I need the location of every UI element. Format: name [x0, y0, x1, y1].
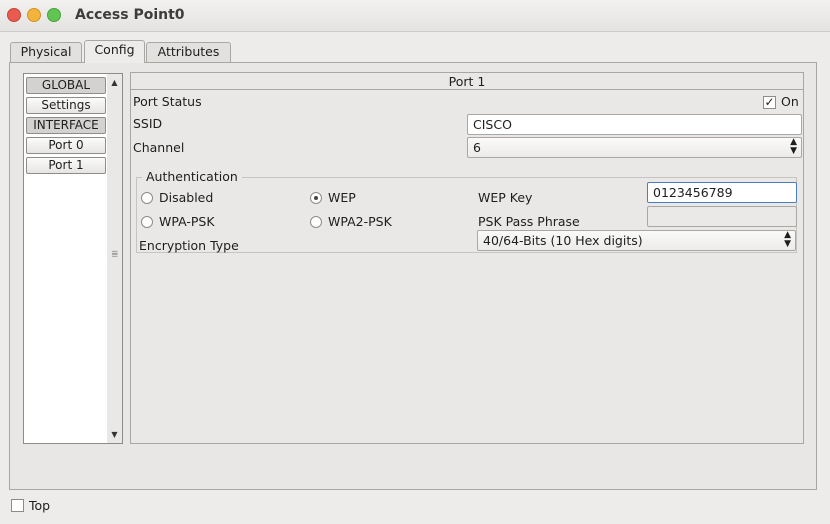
auth-wpa2-psk-label: WPA2-PSK	[328, 214, 392, 229]
config-nav: GLOBAL Settings INTERFACE Port 0 Port 1 …	[23, 73, 123, 444]
port-status-checkbox[interactable]: ✓	[763, 96, 776, 109]
auth-wpa2-psk-radio[interactable]	[310, 216, 322, 228]
select-arrows-icon: ▲ ▼	[784, 230, 791, 249]
top-label: Top	[29, 498, 51, 513]
nav-header-global: GLOBAL	[26, 77, 106, 94]
ssid-label: SSID	[133, 116, 163, 131]
scroll-up-arrow-icon[interactable]: ▲	[108, 76, 121, 89]
ssid-input[interactable]: CISCO	[467, 114, 802, 135]
port-title: Port 1	[131, 73, 803, 90]
encryption-type-label: Encryption Type	[139, 238, 239, 253]
psk-pass-phrase-label: PSK Pass Phrase	[478, 214, 580, 229]
auth-disabled-label: Disabled	[159, 190, 214, 205]
port-status-label: Port Status	[133, 94, 202, 109]
auth-wpa-psk-label: WPA-PSK	[159, 214, 215, 229]
auth-wep-radio[interactable]	[310, 192, 322, 204]
auth-wep-label: WEP	[328, 190, 356, 205]
maximize-window-button[interactable]	[47, 8, 61, 22]
checkmark-icon: ✓	[764, 95, 775, 109]
top-checkbox[interactable]	[11, 499, 24, 512]
scroll-down-arrow-icon[interactable]: ▼	[108, 428, 121, 441]
nav-item-port-0[interactable]: Port 0	[26, 137, 106, 154]
encryption-type-select[interactable]: 40/64-Bits (10 Hex digits) ▲ ▼	[477, 230, 796, 251]
tab-attributes[interactable]: Attributes	[146, 42, 231, 62]
close-window-button[interactable]	[7, 8, 21, 22]
title-bar: Access Point0	[0, 0, 830, 32]
scroll-grip-icon[interactable]: = =	[111, 249, 119, 261]
window-title: Access Point0	[75, 7, 185, 23]
nav-header-interface: INTERFACE	[26, 117, 106, 134]
tab-config[interactable]: Config	[84, 40, 145, 63]
channel-select[interactable]: 6 ▲ ▼	[467, 137, 802, 158]
port-config-area: Port 1 Port Status ✓ On SSID CISCO Chann…	[130, 72, 804, 444]
wep-key-label: WEP Key	[478, 190, 533, 205]
auth-disabled-radio[interactable]	[141, 192, 153, 204]
channel-value: 6	[473, 140, 481, 155]
psk-pass-phrase-input[interactable]	[647, 206, 797, 227]
encryption-type-value: 40/64-Bits (10 Hex digits)	[483, 233, 643, 248]
nav-item-settings[interactable]: Settings	[26, 97, 106, 114]
wep-key-input[interactable]: 0123456789	[647, 182, 797, 203]
tab-physical[interactable]: Physical	[10, 42, 82, 62]
authentication-legend: Authentication	[142, 169, 242, 184]
auth-wpa-psk-radio[interactable]	[141, 216, 153, 228]
select-arrows-icon: ▲ ▼	[790, 137, 797, 156]
nav-item-port-1[interactable]: Port 1	[26, 157, 106, 174]
nav-list: GLOBAL Settings INTERFACE Port 0 Port 1	[24, 74, 108, 443]
port-status-on-label: On	[781, 94, 799, 109]
minimize-window-button[interactable]	[27, 8, 41, 22]
channel-label: Channel	[133, 140, 185, 155]
nav-scrollbar[interactable]: ▲ = = ▼	[107, 74, 122, 443]
